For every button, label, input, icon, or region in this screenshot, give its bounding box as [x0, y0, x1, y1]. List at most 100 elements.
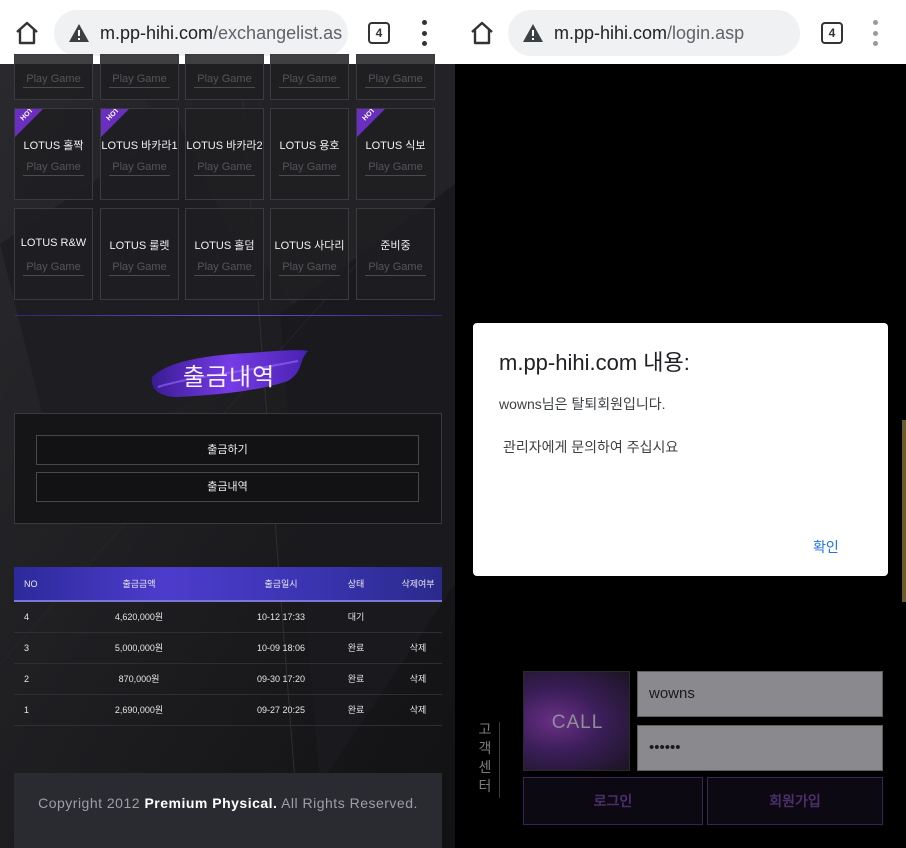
row-delete[interactable]: 삭제 — [394, 633, 442, 664]
game-name: LOTUS 바카라1 — [101, 140, 178, 152]
join-button[interactable]: 회원가입 — [707, 777, 883, 825]
side-handle — [902, 420, 906, 602]
game-card[interactable]: LOTUS 사다리 Play Game — [270, 208, 349, 300]
password-input[interactable]: •••••• — [637, 725, 883, 771]
game-card[interactable]: Play Game — [185, 54, 264, 100]
address-bar[interactable]: m.pp-hihi.com/exchangelist.as — [54, 10, 348, 56]
row-status: 완료 — [347, 643, 365, 653]
game-card[interactable]: LOTUS 룰렛 Play Game — [100, 208, 179, 300]
row-no: 1 — [24, 705, 30, 715]
left-screen: m.pp-hihi.com/exchangelist.as 4 Play Gam… — [0, 0, 455, 848]
row-datetime: 09-30 17:20 — [256, 674, 306, 684]
row-amount: 870,000원 — [118, 674, 160, 684]
game-grid: Play Game Play Game Play Game Play Game Play… — [14, 54, 442, 304]
game-card[interactable]: LOTUS 식보 Play Game HOT — [356, 108, 435, 200]
warning-icon — [69, 24, 89, 42]
game-card[interactable]: LOTUS 홀짝 Play Game HOT — [14, 108, 93, 200]
game-name: 준비중 — [380, 240, 411, 252]
play-game-link[interactable]: Play Game — [194, 161, 255, 176]
play-game-link[interactable]: Play Game — [23, 161, 84, 176]
game-card[interactable]: Play Game — [14, 54, 93, 100]
row-no: 2 — [24, 674, 30, 684]
play-game-link[interactable]: Play Game — [194, 261, 255, 276]
game-card[interactable]: LOTUS 바카라2 Play Game — [185, 108, 264, 200]
address-bar[interactable]: m.pp-hihi.com/login.asp — [508, 10, 800, 56]
row-amount: 2,690,000원 — [114, 705, 164, 715]
home-icon[interactable] — [469, 20, 495, 46]
customer-center-label: 고객센터 — [478, 721, 492, 794]
withdraw-history-table: NO 출금금액 출금일시 상태 삭제여부 4 4,620,000원 10-12 17… — [14, 567, 442, 726]
game-name: LOTUS 식보 — [365, 140, 426, 152]
play-game-link[interactable]: Play Game — [109, 261, 170, 276]
game-card[interactable]: Play Game — [356, 54, 435, 100]
row-delete[interactable]: 삭제 — [394, 695, 442, 726]
play-game-link[interactable]: Play Game — [23, 261, 84, 276]
row-no: 4 — [24, 612, 30, 622]
row-status: 대기 — [347, 612, 365, 622]
game-name: LOTUS 홀짝 — [23, 140, 84, 152]
game-card[interactable]: LOTUS 홀덤 Play Game — [185, 208, 264, 300]
row-status: 완료 — [347, 705, 365, 715]
row-status: 완료 — [347, 674, 365, 684]
tab-switcher-button[interactable]: 4 — [821, 22, 843, 44]
play-game-link[interactable]: Play Game — [365, 73, 426, 88]
game-name: LOTUS R&W — [20, 237, 87, 249]
more-menu-icon[interactable] — [872, 20, 878, 46]
play-game-link[interactable]: Play Game — [109, 161, 170, 176]
hot-badge-icon: HOT — [101, 109, 129, 137]
table-row: 3 5,000,000원 10-09 18:06 완료 삭제 — [14, 633, 442, 664]
play-game-link[interactable]: Play Game — [23, 73, 84, 88]
withdraw-button[interactable]: 출금하기 — [36, 435, 419, 465]
header-amount: 출금금액 — [122, 579, 156, 589]
withdraw-title: 출금내역 — [182, 364, 276, 391]
copyright-text: Copyright 2012 Premium Physical. All Rig… — [38, 795, 418, 811]
right-screen: m.pp-hihi.com/login.asp 4 고객센터 CALL wown… — [455, 0, 906, 848]
game-card[interactable]: 준비중 Play Game — [356, 208, 435, 300]
play-game-link[interactable]: Play Game — [109, 73, 170, 88]
table-header: NO 출금금액 출금일시 상태 삭제여부 — [14, 567, 442, 602]
row-datetime: 10-12 17:33 — [256, 612, 306, 622]
dialog-title: m.pp-hihi.com 내용: — [499, 350, 690, 375]
row-amount: 5,000,000원 — [114, 643, 164, 653]
game-card[interactable]: LOTUS R&W Play Game — [14, 208, 93, 300]
address-text: m.pp-hihi.com/login.asp — [554, 22, 745, 43]
divider — [499, 722, 500, 798]
hot-badge-icon: HOT — [357, 109, 385, 137]
warning-icon — [523, 24, 543, 42]
row-datetime: 09-27 20:25 — [256, 705, 306, 715]
play-game-link[interactable]: Play Game — [279, 261, 340, 276]
game-card[interactable]: Play Game — [100, 54, 179, 100]
address-text: m.pp-hihi.com/exchangelist.as — [100, 22, 343, 43]
game-card[interactable]: LOTUS 용호 Play Game — [270, 108, 349, 200]
header-status: 상태 — [347, 579, 365, 589]
home-icon[interactable] — [14, 20, 40, 46]
play-game-link[interactable]: Play Game — [194, 73, 255, 88]
withdraw-panel: 출금하기 출금내역 — [14, 413, 442, 524]
section-divider — [14, 315, 442, 316]
username-input[interactable]: wowns — [637, 671, 883, 717]
table-row: 4 4,620,000원 10-12 17:33 대기 — [14, 602, 442, 633]
row-delete[interactable]: 삭제 — [394, 664, 442, 695]
row-no: 3 — [24, 643, 30, 653]
login-button[interactable]: 로그인 — [523, 777, 703, 825]
game-name: LOTUS 사다리 — [274, 240, 345, 252]
game-name: LOTUS 용호 — [279, 140, 340, 152]
row-amount: 4,620,000원 — [114, 612, 164, 622]
more-menu-icon[interactable] — [421, 20, 427, 46]
tab-switcher-button[interactable]: 4 — [368, 22, 390, 44]
browser-toolbar: m.pp-hihi.com/login.asp 4 — [455, 0, 906, 64]
play-game-link[interactable]: Play Game — [279, 161, 340, 176]
dialog-message: wowns님은 탈퇴회원입니다. — [499, 396, 666, 412]
game-name: LOTUS 홀덤 — [194, 240, 255, 252]
play-game-link[interactable]: Play Game — [365, 261, 426, 276]
play-game-link[interactable]: Play Game — [365, 161, 426, 176]
table-row: 1 2,690,000원 09-27 20:25 완료 삭제 — [14, 695, 442, 726]
dialog-ok-button[interactable]: 확인 — [813, 537, 839, 557]
call-button[interactable]: CALL — [523, 671, 630, 771]
withdraw-history-button[interactable]: 출금내역 — [36, 472, 419, 502]
row-datetime: 10-09 18:06 — [256, 643, 306, 653]
header-delete: 삭제여부 — [401, 579, 435, 589]
play-game-link[interactable]: Play Game — [279, 73, 340, 88]
game-card[interactable]: LOTUS 바카라1 Play Game HOT — [100, 108, 179, 200]
game-card[interactable]: Play Game — [270, 54, 349, 100]
